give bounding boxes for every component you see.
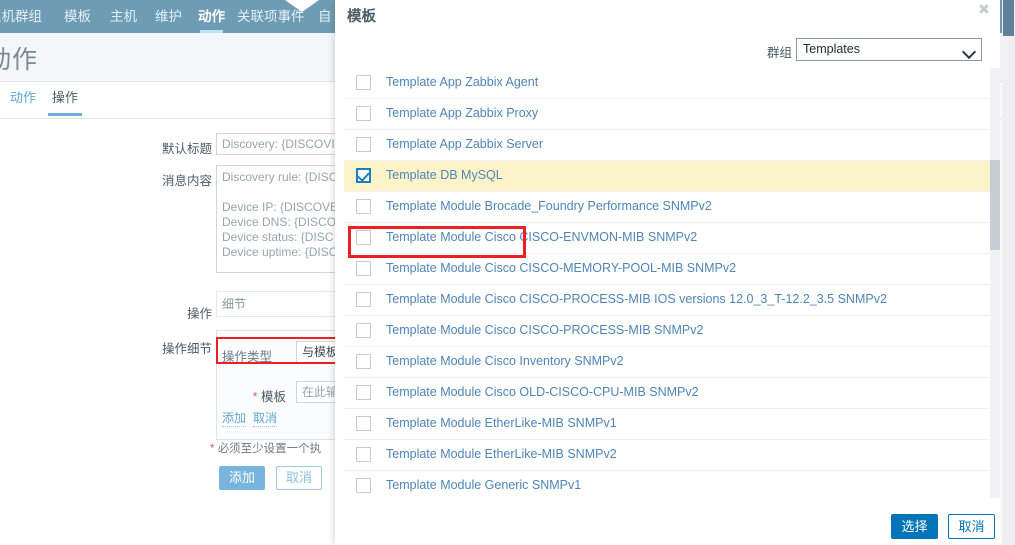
checkbox-icon[interactable] — [356, 199, 371, 214]
checkbox-icon[interactable] — [356, 385, 371, 400]
group-select-value: Templates — [803, 42, 860, 56]
template-row[interactable]: Template Module EtherLike-MIB SNMPv2 — [344, 440, 990, 471]
template-label-text: 模板 — [260, 390, 286, 404]
checkbox-icon[interactable] — [356, 323, 371, 338]
template-name-link[interactable]: Template App Zabbix Proxy — [386, 106, 538, 120]
operation-type-highlight-box — [216, 337, 348, 364]
group-filter-label: 群组 — [766, 46, 792, 60]
nav-item-hosts[interactable]: 主机 — [110, 0, 137, 33]
template-name-link[interactable]: Template Module Cisco OLD-CISCO-CPU-MIB … — [386, 385, 699, 399]
default-subject-label: 默认标题 — [161, 142, 212, 156]
nav-label: 主机群组 — [0, 9, 42, 24]
cancel-button[interactable]: 取消 — [948, 514, 995, 539]
template-row[interactable]: Template Module Brocade_Foundry Performa… — [344, 192, 990, 223]
page-scrollbar-thumb[interactable] — [1003, 0, 1014, 36]
template-row[interactable]: Template DB MySQL — [344, 161, 990, 192]
nav-pointer-notch — [285, 0, 319, 12]
required-note-text: 必须至少设置一个执 — [217, 443, 322, 455]
template-list-scrollbar-track[interactable] — [990, 68, 1000, 498]
template-name-link[interactable]: Template App Zabbix Agent — [386, 75, 538, 89]
checkbox-icon[interactable] — [356, 447, 371, 462]
template-row[interactable]: Template Module Generic SNMPv1 — [344, 471, 990, 498]
operation-label: 操作 — [186, 307, 212, 321]
nav-item-host-groups[interactable]: 主机群组 — [0, 0, 42, 33]
template-name-link[interactable]: Template DB MySQL — [386, 168, 503, 182]
operation-cancel-link[interactable]: 取消 — [253, 409, 278, 427]
dialog-header: 模板 ✖ — [335, 0, 1000, 30]
dialog-title: 模板 — [347, 9, 376, 25]
form-cancel-button[interactable]: 取消 — [276, 466, 322, 490]
nav-label: 主机 — [110, 9, 137, 24]
template-name-link[interactable]: Template Module Cisco Inventory SNMPv2 — [386, 354, 624, 368]
tab-operations[interactable]: 操作 — [47, 82, 83, 116]
template-row[interactable]: Template App Zabbix Proxy — [344, 99, 990, 130]
template-name-link[interactable]: Template Module Brocade_Foundry Performa… — [386, 199, 712, 213]
template-field-label: * 模板 — [222, 386, 286, 405]
tab-label: 动作 — [10, 90, 37, 105]
template-row[interactable]: Template Module Cisco CISCO-ENVMON-MIB S… — [344, 223, 990, 254]
nav-label: 维护 — [155, 9, 182, 24]
dialog-footer: 选择 取消 — [335, 508, 1000, 545]
template-name-link[interactable]: Template Module EtherLike-MIB SNMPv2 — [386, 447, 617, 461]
operation-add-link[interactable]: 添加 — [222, 409, 247, 427]
template-list: Template App Zabbix Agent Template App Za… — [344, 68, 990, 498]
checkbox-icon[interactable] — [356, 354, 371, 369]
nav-item-maintenance[interactable]: 维护 — [155, 0, 182, 33]
template-name-link[interactable]: Template Module Cisco CISCO-PROCESS-MIB … — [386, 292, 887, 306]
nav-label: 动作 — [198, 9, 225, 24]
template-row[interactable]: Template Module Cisco CISCO-PROCESS-MIB … — [344, 316, 990, 347]
checkbox-icon[interactable] — [356, 230, 371, 245]
checkbox-icon[interactable] — [356, 75, 371, 90]
checkbox-icon[interactable] — [356, 416, 371, 431]
nav-item-autoregistration[interactable]: 自 — [318, 0, 332, 33]
page-title: 动作 — [0, 46, 39, 74]
group-select[interactable]: Templates — [796, 38, 982, 61]
template-name-link[interactable]: Template Module EtherLike-MIB SNMPv1 — [386, 416, 617, 430]
chevron-down-icon — [961, 44, 977, 60]
required-note: * 必须至少设置一个执 — [210, 440, 321, 456]
template-name-link[interactable]: Template App Zabbix Server — [386, 137, 543, 151]
template-name-link[interactable]: Template Module Cisco CISCO-PROCESS-MIB … — [386, 323, 703, 337]
checkbox-icon[interactable] — [356, 106, 371, 121]
template-list-scrollbar-thumb[interactable] — [990, 160, 1000, 250]
template-row[interactable]: Template Module Cisco CISCO-MEMORY-POOL-… — [344, 254, 990, 285]
template-rows-container: Template App Zabbix Agent Template App Za… — [344, 68, 990, 498]
close-icon[interactable]: ✖ — [977, 2, 991, 16]
template-picker-dialog: 模板 ✖ 群组 Templates Template App Zabbix Ag… — [335, 0, 1000, 545]
form-submit-button[interactable]: 添加 — [219, 466, 265, 490]
template-row[interactable]: Template Module EtherLike-MIB SNMPv1 — [344, 409, 990, 440]
template-row[interactable]: Template Module Cisco Inventory SNMPv2 — [344, 347, 990, 378]
page-scrollbar-track[interactable] — [1002, 0, 1015, 545]
nav-label: 自 — [318, 9, 332, 24]
template-row[interactable]: Template Module Cisco CISCO-PROCESS-MIB … — [344, 285, 990, 316]
required-asterisk: * — [210, 443, 215, 455]
template-row[interactable]: Template App Zabbix Agent — [344, 68, 990, 99]
checkbox-icon[interactable] — [356, 137, 371, 152]
template-row[interactable]: Template App Zabbix Server — [344, 130, 990, 161]
checkbox-checked-icon[interactable] — [356, 168, 371, 183]
checkbox-icon[interactable] — [356, 478, 371, 493]
checkbox-icon[interactable] — [356, 292, 371, 307]
select-button[interactable]: 选择 — [891, 514, 938, 539]
template-row[interactable]: Template Module Cisco OLD-CISCO-CPU-MIB … — [344, 378, 990, 409]
template-name-link[interactable]: Template Module Cisco CISCO-ENVMON-MIB S… — [386, 230, 697, 244]
template-name-link[interactable]: Template Module Cisco CISCO-MEMORY-POOL-… — [386, 261, 736, 275]
nav-item-actions[interactable]: 动作 — [198, 0, 225, 33]
nav-item-templates[interactable]: 模板 — [64, 0, 91, 33]
nav-label: 模板 — [64, 9, 91, 24]
message-label: 消息内容 — [161, 174, 212, 188]
operation-details-label: 操作细节 — [161, 342, 212, 356]
tab-action[interactable]: 动作 — [10, 82, 36, 116]
template-name-link[interactable]: Template Module Generic SNMPv1 — [386, 478, 581, 492]
tab-label: 操作 — [52, 90, 79, 105]
checkbox-icon[interactable] — [356, 261, 371, 276]
required-asterisk: * — [252, 390, 258, 404]
